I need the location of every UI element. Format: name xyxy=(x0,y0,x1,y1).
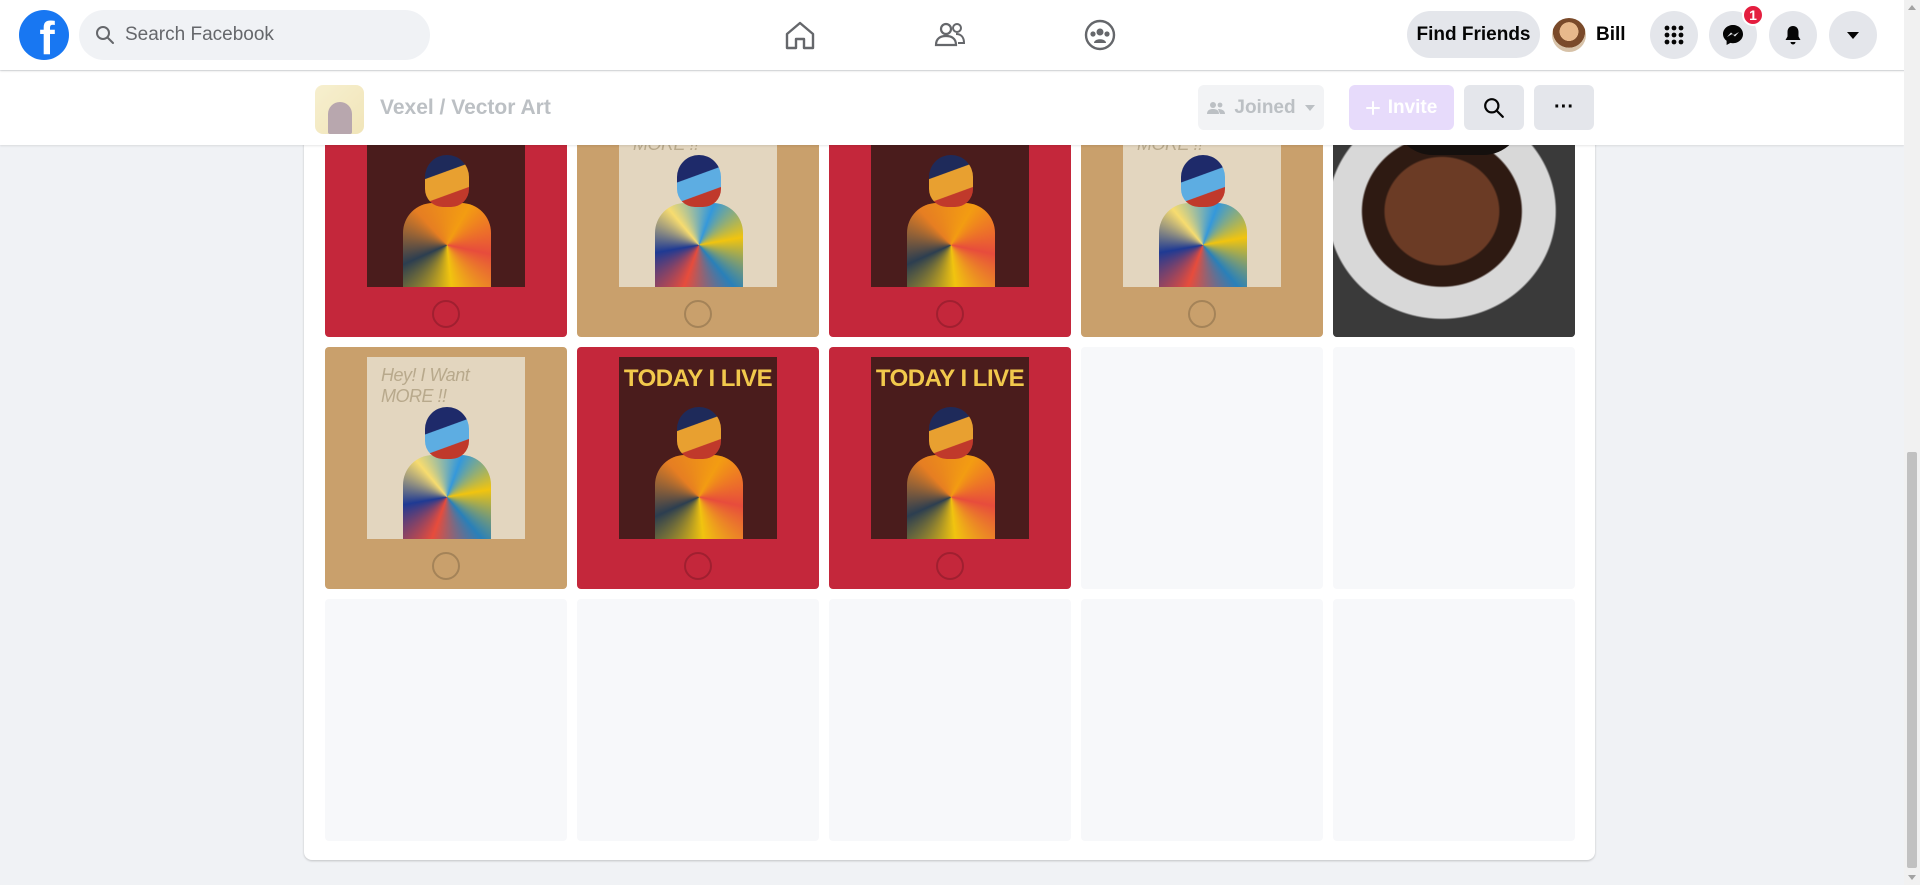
poster-art: TODAY I LIVE xyxy=(871,357,1029,539)
figure-art xyxy=(907,407,995,539)
search-icon xyxy=(1484,97,1504,118)
messenger-badge: 1 xyxy=(1742,4,1764,26)
poster-text: Hey! I Want MORE !! xyxy=(381,365,470,406)
facebook-logo[interactable]: f xyxy=(19,10,69,60)
menu-button[interactable] xyxy=(1650,11,1698,59)
scroll-up-arrow[interactable] xyxy=(1908,5,1916,10)
poster-art: TODAY I LIVE xyxy=(619,357,777,539)
group-name[interactable]: Vexel / Vector Art xyxy=(380,96,551,120)
figure-art xyxy=(1159,155,1247,287)
photo-placeholder xyxy=(829,599,1071,841)
group-thumbnail[interactable] xyxy=(315,85,364,134)
watermark-stamp xyxy=(1188,300,1216,328)
search-placeholder: Search Facebook xyxy=(125,24,274,45)
account-menu-button[interactable] xyxy=(1829,11,1877,59)
photo-thumbnail[interactable]: TODAY I LIVE xyxy=(577,347,819,589)
poster-text: TODAY I LIVE xyxy=(623,365,773,392)
top-navigation-bar: f Search Facebook Find Friends Bill 1 xyxy=(0,0,1920,70)
photo-placeholder xyxy=(1081,599,1323,841)
watermark-stamp xyxy=(432,300,460,328)
grid-menu-icon xyxy=(1664,25,1684,45)
photo-thumbnail[interactable]: TODAY I LIVE xyxy=(829,347,1071,589)
photo-placeholder xyxy=(1333,347,1575,589)
watermark-stamp xyxy=(684,552,712,580)
watermark-stamp xyxy=(936,300,964,328)
watermark-stamp xyxy=(936,552,964,580)
notifications-button[interactable] xyxy=(1769,11,1817,59)
profile-name: Bill xyxy=(1596,24,1626,45)
group-header-bar: Vexel / Vector Art Joined Invite ··· xyxy=(0,71,1904,145)
nav-friends[interactable] xyxy=(930,15,970,55)
caret-down-icon xyxy=(1847,32,1859,39)
joined-button[interactable]: Joined xyxy=(1198,85,1324,130)
figure-art xyxy=(655,155,743,287)
avatar xyxy=(1552,18,1586,52)
figure-art xyxy=(403,155,491,287)
members-icon xyxy=(1207,101,1226,114)
watermark-stamp xyxy=(684,300,712,328)
more-options-button[interactable]: ··· xyxy=(1534,85,1594,130)
profile-shortcut[interactable]: Bill xyxy=(1552,12,1626,58)
photo-grid: TODAY I LIVE Hey! I Want MORE !! TODAY I L… xyxy=(325,95,1575,841)
photo-placeholder xyxy=(1081,347,1323,589)
plus-icon xyxy=(1365,100,1380,115)
figure-art xyxy=(907,155,995,287)
search-icon xyxy=(96,26,114,44)
scroll-down-arrow[interactable] xyxy=(1908,875,1916,880)
photo-placeholder xyxy=(577,599,819,841)
groups-icon xyxy=(1084,19,1116,51)
group-search-button[interactable] xyxy=(1464,85,1524,130)
figure-art xyxy=(403,407,491,539)
invite-button[interactable]: Invite xyxy=(1349,85,1454,130)
watermark-stamp xyxy=(432,552,460,580)
figure-art xyxy=(655,407,743,539)
bell-icon xyxy=(1785,26,1801,45)
nav-home[interactable] xyxy=(780,15,820,55)
photo-placeholder xyxy=(1333,599,1575,841)
search-input[interactable]: Search Facebook xyxy=(79,10,430,60)
page-scrollbar[interactable] xyxy=(1904,0,1920,885)
photo-thumbnail[interactable]: Hey! I Want MORE !! xyxy=(325,347,567,589)
find-friends-button[interactable]: Find Friends xyxy=(1407,11,1540,58)
joined-label: Joined xyxy=(1234,96,1296,118)
scrollbar-thumb[interactable] xyxy=(1907,452,1917,868)
nav-groups[interactable] xyxy=(1080,15,1120,55)
photo-placeholder xyxy=(325,599,567,841)
poster-text: TODAY I LIVE xyxy=(875,365,1025,392)
poster-art: Hey! I Want MORE !! xyxy=(367,357,525,539)
caret-down-icon xyxy=(1304,104,1315,111)
messenger-icon xyxy=(1723,25,1743,45)
home-icon xyxy=(785,21,815,50)
friends-icon xyxy=(934,22,966,47)
invite-label: Invite xyxy=(1387,96,1438,118)
